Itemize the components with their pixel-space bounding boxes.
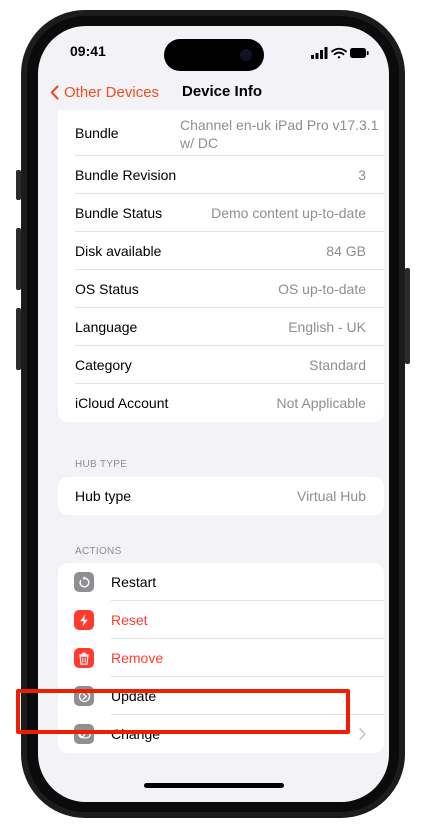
back-button-label: Other Devices [64, 83, 160, 101]
info-value: Virtual Hub [296, 488, 366, 504]
info-row-icloud-account: iCloud Account Not Applicable [58, 384, 384, 422]
info-label: Bundle [75, 125, 119, 141]
restart-icon [74, 572, 94, 592]
info-label: OS Status [75, 281, 139, 297]
remove-button[interactable]: Remove [58, 639, 384, 677]
power-button [405, 268, 410, 364]
highlight-box [16, 689, 350, 734]
info-row-disk-available: Disk available 84 GB [58, 232, 384, 270]
info-value: Not Applicable [276, 395, 366, 411]
home-indicator [144, 783, 284, 788]
info-row-bundle-revision: Bundle Revision 3 [58, 156, 384, 194]
info-value: Demo content up-to-date [211, 205, 366, 221]
status-time: 09:41 [70, 43, 106, 59]
wifi-icon [331, 47, 347, 59]
info-row-category: Category Standard [58, 346, 384, 384]
info-value: OS up-to-date [278, 281, 366, 297]
info-row-os-status: OS Status OS up-to-date [58, 270, 384, 308]
device-info-card: Bundle Channel en-uk iPad Pro v17.3.1 w/… [58, 110, 384, 422]
chevron-right-icon [359, 728, 366, 740]
reset-button[interactable]: Reset [58, 601, 384, 639]
info-label: Hub type [75, 488, 132, 504]
info-label: Bundle Status [75, 205, 163, 221]
action-label: Remove [111, 650, 164, 666]
info-label: Disk available [75, 243, 162, 259]
action-label: Reset [111, 612, 148, 628]
info-row-bundle: Bundle Channel en-uk iPad Pro v17.3.1 w/… [58, 110, 384, 156]
status-icons [311, 46, 369, 59]
info-value: English - UK [288, 319, 366, 335]
signal-icon [311, 47, 328, 59]
info-row-language: Language English - UK [58, 308, 384, 346]
info-row-hub-type: Hub type Virtual Hub [58, 477, 384, 515]
dynamic-island [164, 39, 264, 71]
restart-button[interactable]: Restart [58, 563, 384, 601]
navigation-bar: Other Devices Device Info [38, 78, 389, 106]
info-label: Language [75, 319, 138, 335]
info-row-bundle-status: Bundle Status Demo content up-to-date [58, 194, 384, 232]
info-value: Standard [309, 357, 366, 373]
info-label: Category [75, 357, 132, 373]
action-label: Restart [111, 574, 157, 590]
chevron-left-icon [50, 84, 59, 100]
section-header-actions: ACTIONS [75, 546, 122, 557]
section-header-hub-type: HUB TYPE [75, 459, 128, 470]
info-value: Channel en-uk iPad Pro v17.3.1 w/ DC [180, 117, 379, 151]
info-label: iCloud Account [75, 395, 169, 411]
trash-icon [74, 648, 94, 668]
page-title: Device Info [182, 83, 263, 100]
info-value: 84 GB [326, 243, 366, 259]
hub-type-card: Hub type Virtual Hub [58, 477, 384, 515]
screen: 09:41 Other Devices Device Info Bundle C… [38, 26, 389, 802]
info-value: 3 [358, 167, 366, 183]
camera-icon [240, 49, 252, 61]
bolt-icon [74, 610, 94, 630]
battery-icon [350, 48, 369, 58]
back-button[interactable]: Other Devices [50, 78, 159, 106]
info-label: Bundle Revision [75, 167, 177, 183]
